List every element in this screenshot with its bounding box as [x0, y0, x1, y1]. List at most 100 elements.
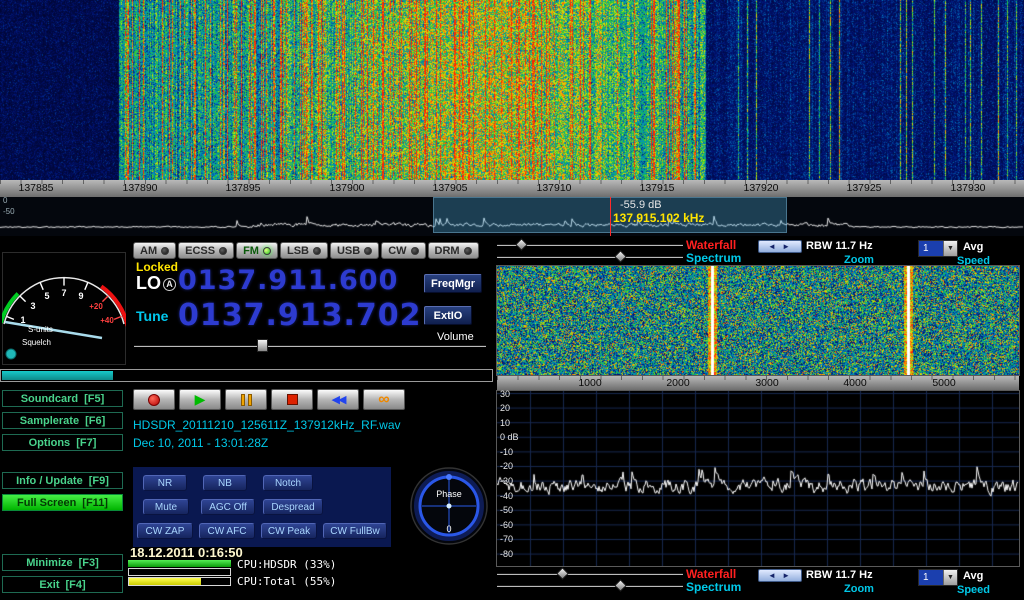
- db-axis-label: -10: [500, 447, 513, 457]
- s-meter-tick-label: 5: [44, 291, 49, 301]
- cw-fullbw-button[interactable]: CW FullBw: [323, 523, 387, 539]
- frequency-ruler[interactable]: 137885 137890 137895 137900 137905 13791…: [0, 180, 1024, 197]
- cpu-bar-empty: [128, 568, 231, 576]
- samplerate-button[interactable]: Samplerate [F6]: [2, 412, 123, 429]
- tune-label: Tune: [136, 309, 168, 324]
- loop-icon: ∞: [378, 391, 389, 409]
- mode-led-icon: [313, 247, 321, 255]
- af-waterfall-frame: [496, 265, 1020, 376]
- volume-slider-thumb[interactable]: [257, 339, 268, 352]
- af-bottom-spectrum-tab[interactable]: Spectrum: [686, 581, 741, 594]
- cw-zap-button[interactable]: CW ZAP: [137, 523, 193, 539]
- rf-top-spectrum-tab[interactable]: Spectrum: [686, 252, 741, 265]
- freq-scale-label: 137920: [743, 182, 778, 194]
- mode-ecss-button[interactable]: ECSS: [178, 242, 234, 259]
- rf-top-slider-1[interactable]: [497, 240, 683, 250]
- af-bottom-speed-label: Speed: [957, 584, 990, 596]
- agc-button[interactable]: AGC Off: [201, 499, 255, 515]
- tune-frequency-display[interactable]: 0137.913.702: [178, 298, 422, 333]
- freq-scale-label: 137925: [846, 182, 881, 194]
- lo-frequency-display[interactable]: 0137.911.600: [178, 265, 398, 296]
- rf-top-rbw-label: RBW 11.7 Hz: [806, 240, 873, 252]
- rf-top-shift-button[interactable]: ◄ ►: [758, 240, 802, 253]
- db-axis-label: -40: [500, 491, 513, 501]
- soundcard-button[interactable]: Soundcard [F5]: [2, 390, 123, 407]
- rf-spectrum-strip[interactable]: 0 -50 -55.9 dB 137.915.102 kHz: [0, 197, 1024, 236]
- mode-am-button[interactable]: AM: [133, 242, 176, 259]
- record-icon: [148, 394, 160, 406]
- db-readout: -55.9 dB: [620, 199, 662, 211]
- minimize-button[interactable]: Minimize [F3]: [2, 554, 123, 571]
- mode-led-icon: [411, 247, 419, 255]
- strip-scale-top: 0: [3, 197, 7, 206]
- cw-afc-button[interactable]: CW AFC: [199, 523, 255, 539]
- dsp-panel: NR NB Notch Mute AGC Off Despread CW ZAP…: [133, 467, 391, 547]
- db-axis-label: 0 dB: [500, 432, 519, 442]
- menu-label: Full Screen: [17, 497, 76, 509]
- menu-key: [F7]: [76, 437, 96, 449]
- dropdown-value: 1: [919, 570, 943, 585]
- freq-readout: 137.915.102 kHz: [613, 212, 704, 225]
- af-bottom-slider-2[interactable]: [497, 581, 683, 591]
- info-update-button[interactable]: Info / Update [F9]: [2, 472, 123, 489]
- nb-button[interactable]: NB: [203, 475, 247, 491]
- af-bottom-slider-2-thumb[interactable]: [614, 579, 627, 592]
- mute-button[interactable]: Mute: [143, 499, 189, 515]
- dropdown-arrow-icon[interactable]: ▼: [943, 570, 957, 585]
- freq-scale-label: 137895: [225, 182, 260, 194]
- menu-label: Options: [29, 437, 71, 449]
- despread-button[interactable]: Despread: [263, 499, 323, 515]
- mode-lsb-button[interactable]: LSB: [280, 242, 328, 259]
- pause-button[interactable]: [225, 389, 267, 410]
- rf-top-slider-1-thumb[interactable]: [516, 238, 529, 251]
- volume-slider[interactable]: [134, 341, 486, 351]
- mode-drm-button[interactable]: DRM: [428, 242, 479, 259]
- rf-top-slider-2-thumb[interactable]: [614, 250, 627, 263]
- cw-peak-button[interactable]: CW Peak: [261, 523, 317, 539]
- af-bottom-shift-button[interactable]: ◄ ►: [758, 569, 802, 582]
- menu-label: Info / Update: [16, 475, 83, 487]
- rf-top-slider-2[interactable]: [497, 252, 683, 262]
- options-button[interactable]: Options [F7]: [2, 434, 123, 451]
- stop-button[interactable]: [271, 389, 313, 410]
- phase-label: Phase: [436, 489, 462, 499]
- af-spectrum[interactable]: [497, 391, 1019, 566]
- menu-key: [F9]: [89, 475, 109, 487]
- squelch-handle[interactable]: [6, 349, 16, 359]
- mode-label: FM: [243, 245, 259, 257]
- cpu-hdsdr-label: CPU:HDSDR (33%): [237, 559, 336, 571]
- nr-button[interactable]: NR: [143, 475, 187, 491]
- dropdown-arrow-icon[interactable]: ▼: [943, 241, 957, 256]
- menu-label: Minimize: [26, 557, 72, 569]
- notch-button[interactable]: Notch: [263, 475, 313, 491]
- play-button[interactable]: ▶: [179, 389, 221, 410]
- mode-usb-button[interactable]: USB: [330, 242, 379, 259]
- af-waterfall[interactable]: [497, 266, 1019, 375]
- rf-top-speed-dropdown[interactable]: 1 ▼: [918, 240, 958, 257]
- af-bottom-speed-dropdown[interactable]: 1 ▼: [918, 569, 958, 586]
- af-scale-label: 5000: [932, 377, 955, 389]
- lo-a-badge[interactable]: A: [163, 278, 176, 291]
- strip-scale-bottom: -50: [3, 208, 15, 217]
- extio-button[interactable]: ExtIO: [424, 306, 472, 325]
- db-axis-label: -60: [500, 520, 513, 530]
- mode-cw-button[interactable]: CW: [381, 242, 425, 259]
- full-screen-button[interactable]: Full Screen [F11]: [2, 494, 123, 511]
- record-button[interactable]: [133, 389, 175, 410]
- af-bottom-slider-1[interactable]: [497, 569, 683, 579]
- db-axis-label: -80: [500, 549, 513, 559]
- af-scale-bar[interactable]: 1000 2000 3000 4000 5000: [497, 376, 1019, 390]
- mode-label: LSB: [287, 245, 309, 257]
- exit-button[interactable]: Exit [F4]: [2, 576, 123, 593]
- squelch-level-bar[interactable]: [0, 369, 493, 382]
- freq-scale-label: 137890: [122, 182, 157, 194]
- loop-button[interactable]: ∞: [363, 389, 405, 410]
- volume-slider-groove: [134, 345, 486, 347]
- mode-fm-button[interactable]: FM: [236, 242, 278, 259]
- af-bottom-slider-1-thumb[interactable]: [557, 567, 570, 580]
- db-axis-label: 30: [500, 389, 510, 399]
- s-meter-tick-label: 9: [78, 291, 83, 301]
- rewind-button[interactable]: ◀◀: [317, 389, 359, 410]
- freqmgr-button[interactable]: FreqMgr: [424, 274, 482, 293]
- main-waterfall[interactable]: [0, 0, 1024, 180]
